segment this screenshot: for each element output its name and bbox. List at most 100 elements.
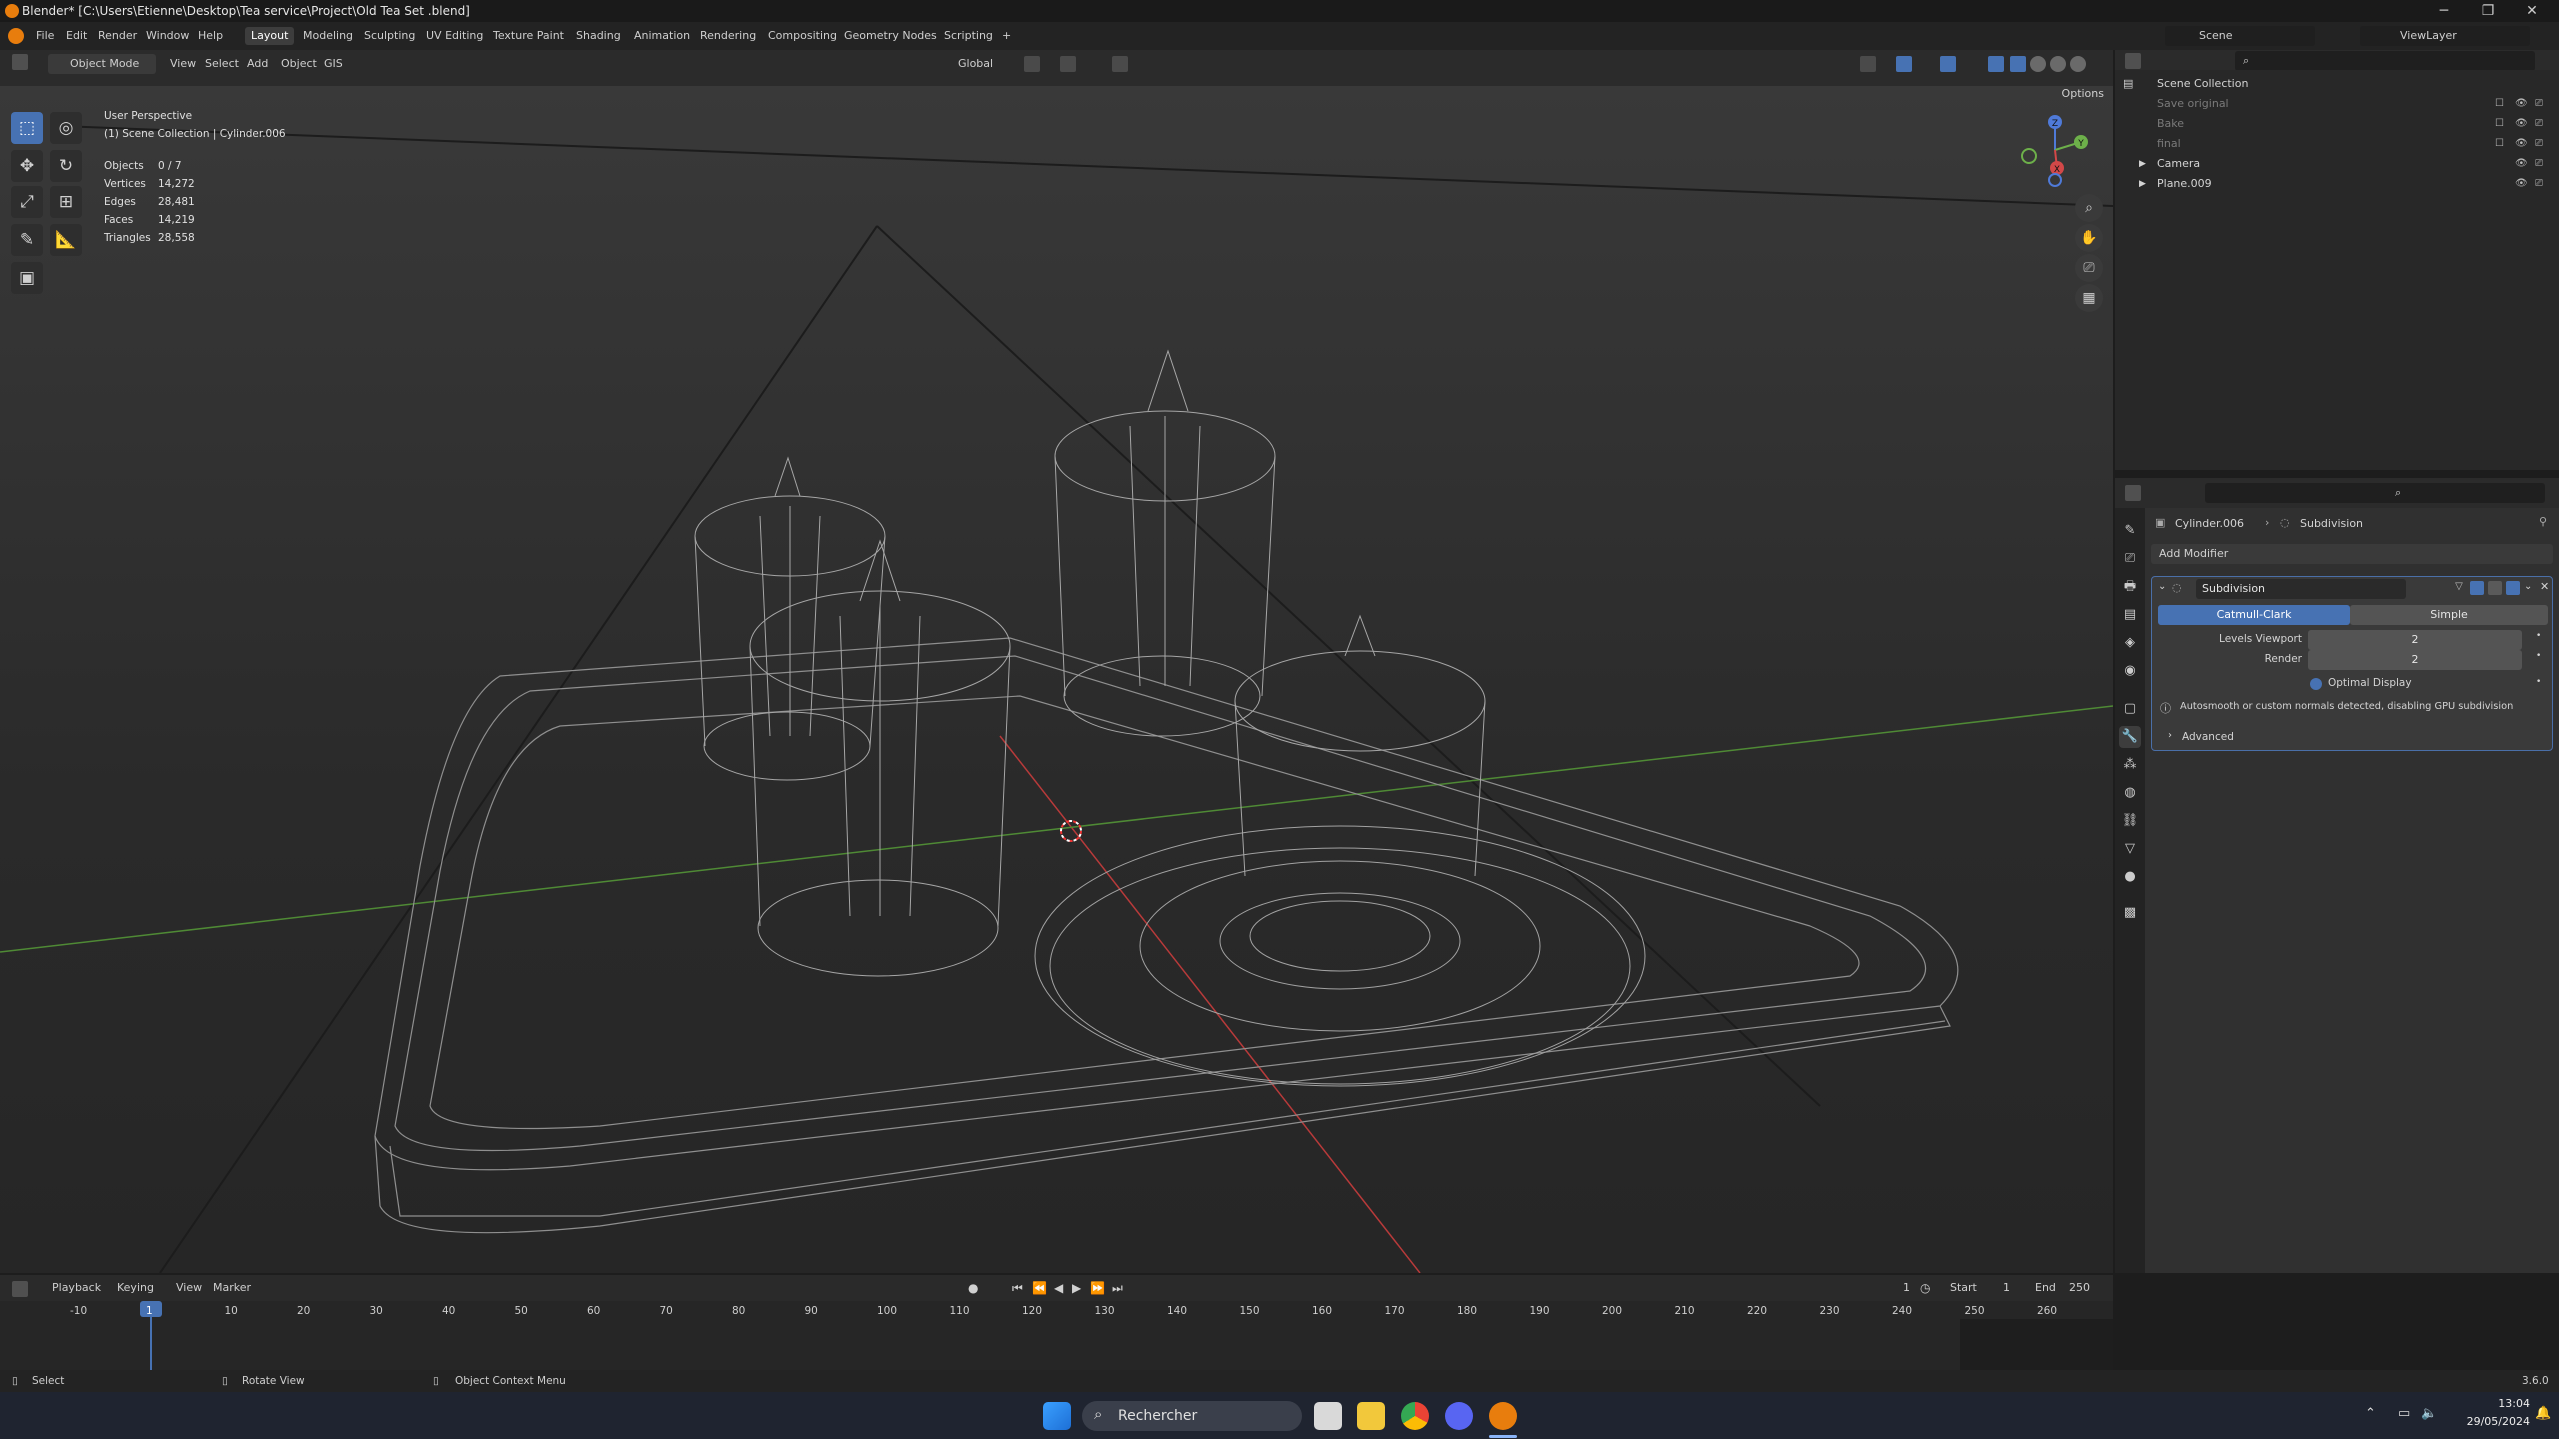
play-icon[interactable]: ▶	[1072, 1278, 1081, 1298]
chrome-icon[interactable]	[1401, 1402, 1429, 1430]
render-camera-icon[interactable]: ⎚	[2535, 134, 2543, 154]
rotate-tool[interactable]: ↻	[50, 150, 82, 182]
expand-arrow-icon[interactable]: ▶	[2139, 154, 2146, 174]
zoom-icon[interactable]: ⌕	[2075, 194, 2103, 222]
measure-tool[interactable]: 📐	[50, 224, 82, 256]
checkbox-icon[interactable]: ☐	[2495, 94, 2504, 114]
record-icon[interactable]: ●	[968, 1278, 978, 1298]
workspace-tab-texture-paint[interactable]: Texture Paint	[487, 27, 570, 45]
workspace-tab-scripting[interactable]: Scripting	[938, 27, 999, 45]
blender-menu-icon[interactable]	[8, 28, 24, 44]
modifier-wrench-tab-icon[interactable]: 🔧	[2119, 726, 2141, 748]
constraints-tab-icon[interactable]: ⛓	[2119, 810, 2141, 832]
menu-add[interactable]: Add	[247, 54, 268, 74]
texture-tab-icon[interactable]: ▩	[2119, 902, 2141, 924]
workspace-tab-animation[interactable]: Animation	[628, 27, 696, 45]
minimize-button[interactable]: ─	[2422, 0, 2466, 22]
eye-icon[interactable]: 👁	[2515, 94, 2528, 114]
checkbox-icon[interactable]: ☐	[2495, 134, 2504, 154]
scene-selector[interactable]: Scene	[2165, 26, 2315, 46]
play-reverse-icon[interactable]: ◀	[1054, 1278, 1063, 1298]
eye-icon[interactable]: 👁	[2515, 174, 2528, 194]
eye-icon[interactable]: 👁	[2515, 154, 2528, 174]
catmull-clark-button[interactable]: Catmull-Clark	[2158, 605, 2350, 625]
render-toggle-icon[interactable]	[2506, 581, 2520, 595]
workspace-tab-modeling[interactable]: Modeling	[297, 27, 359, 45]
outliner-row-scene-collection[interactable]: ▤ Scene Collection	[2115, 74, 2559, 94]
workspace-tab-sculpting[interactable]: Sculpting	[358, 27, 421, 45]
levels-viewport-field[interactable]: 2	[2308, 630, 2522, 650]
remove-modifier-icon[interactable]: ✕	[2540, 580, 2549, 593]
data-tab-icon[interactable]: ▽	[2119, 838, 2141, 860]
volume-icon[interactable]: 🔈	[2421, 1406, 2437, 1421]
pan-hand-icon[interactable]: ✋	[2075, 224, 2103, 252]
file-explorer-icon[interactable]	[1357, 1402, 1385, 1430]
menu-file[interactable]: File	[36, 29, 54, 42]
workspace-tab-geometry-nodes[interactable]: Geometry Nodes	[838, 27, 943, 45]
object-mode-dropdown[interactable]: Object Mode	[48, 54, 156, 74]
expand-arrow-icon[interactable]: ▶	[2139, 174, 2146, 194]
prev-keyframe-icon[interactable]: ⏪	[1032, 1278, 1047, 1298]
cage-toggle-icon[interactable]	[2470, 581, 2484, 595]
checkbox-icon[interactable]: ☐	[2495, 114, 2504, 134]
render-camera-icon[interactable]: ⎚	[2535, 154, 2543, 174]
end-frame-field[interactable]: 250	[2060, 1278, 2090, 1298]
properties-search-input[interactable]: ⌕	[2205, 483, 2545, 503]
view-layer-selector[interactable]: ViewLayer	[2360, 26, 2530, 46]
task-view-icon[interactable]	[1314, 1402, 1342, 1430]
material-shading-icon[interactable]	[2050, 56, 2066, 72]
advanced-chevron-icon[interactable]: ›	[2168, 730, 2172, 741]
collapse-chevron-icon[interactable]: ⌄	[2158, 581, 2166, 592]
workspace-tab-uv-editing[interactable]: UV Editing	[420, 27, 489, 45]
menu-view[interactable]: View	[170, 54, 196, 74]
gizmo-toggle-icon[interactable]	[1896, 56, 1912, 72]
outliner-row-camera[interactable]: ▶ Camera 👁 ⎚	[2115, 154, 2559, 174]
jump-start-icon[interactable]: ⏮	[1012, 1278, 1023, 1298]
optimal-display-checkbox[interactable]	[2310, 678, 2322, 690]
view-layer-tab-icon[interactable]: ▤	[2119, 604, 2141, 626]
rendered-shading-icon[interactable]	[2070, 56, 2086, 72]
scale-tool[interactable]: ⤢	[11, 186, 43, 218]
physics-tab-icon[interactable]: ◍	[2119, 782, 2141, 804]
menu-timeline-view[interactable]: View	[176, 1278, 202, 1298]
snap-icon[interactable]	[1060, 56, 1076, 72]
editor-type-icon[interactable]	[12, 54, 28, 70]
material-tab-icon[interactable]: ●	[2119, 866, 2141, 888]
maximize-button[interactable]: ❐	[2466, 0, 2510, 22]
modifier-menu-chevron-icon[interactable]: ⌄	[2524, 581, 2532, 592]
discord-icon[interactable]	[1445, 1402, 1473, 1430]
current-frame-field[interactable]: 1	[1830, 1278, 1910, 1298]
viewport-display-toggle-icon[interactable]	[2488, 581, 2502, 595]
add-cube-tool[interactable]: ▣	[11, 262, 43, 294]
simple-button[interactable]: Simple	[2350, 605, 2548, 625]
start-frame-field[interactable]: 1	[1980, 1278, 2010, 1298]
workspace-tab-compositing[interactable]: Compositing	[762, 27, 843, 45]
workspace-tab-shading[interactable]: Shading	[570, 27, 627, 45]
outliner-editor-type-icon[interactable]	[2125, 53, 2141, 69]
transform-tool[interactable]: ⊞	[50, 186, 82, 218]
menu-keying[interactable]: Keying	[117, 1278, 154, 1298]
outliner-row-plane[interactable]: ▶ Plane.009 👁 ⎚	[2115, 174, 2559, 194]
xray-toggle-icon[interactable]	[1988, 56, 2004, 72]
properties-editor-type-icon[interactable]	[2125, 485, 2141, 501]
outliner-row-save-original[interactable]: Save original ☐ 👁 ⎚	[2115, 94, 2559, 114]
outliner-search-input[interactable]: ⌕	[2235, 51, 2535, 71]
render-levels-field[interactable]: 2	[2308, 650, 2522, 670]
menu-help[interactable]: Help	[198, 29, 223, 42]
menu-playback[interactable]: Playback	[52, 1278, 101, 1298]
select-box-tool[interactable]: ⬚	[11, 112, 43, 144]
workspace-tab-rendering[interactable]: Rendering	[694, 27, 762, 45]
visibility-icon[interactable]	[1860, 56, 1876, 72]
windows-start-icon[interactable]	[1043, 1402, 1071, 1430]
jump-end-icon[interactable]: ⏭	[1112, 1278, 1123, 1298]
render-camera-icon[interactable]: ⎚	[2535, 114, 2543, 134]
menu-select[interactable]: Select	[205, 54, 239, 74]
next-keyframe-icon[interactable]: ⏩	[1090, 1278, 1105, 1298]
transform-orientation-dropdown[interactable]: Global	[934, 54, 1014, 74]
scene-tab-icon[interactable]: ◈	[2119, 632, 2141, 654]
blender-taskbar-icon[interactable]	[1489, 1402, 1517, 1430]
render-tab-icon[interactable]: ⎚	[2119, 548, 2141, 570]
tray-chevron-icon[interactable]: ⌃	[2365, 1406, 2376, 1421]
advanced-subpanel[interactable]: Advanced	[2182, 731, 2234, 743]
3d-viewport[interactable]: ⬚ ◎ ✥ ↻ ⤢ ⊞ ✎ 📐 ▣ User Perspective (1) S…	[0, 86, 2113, 1273]
